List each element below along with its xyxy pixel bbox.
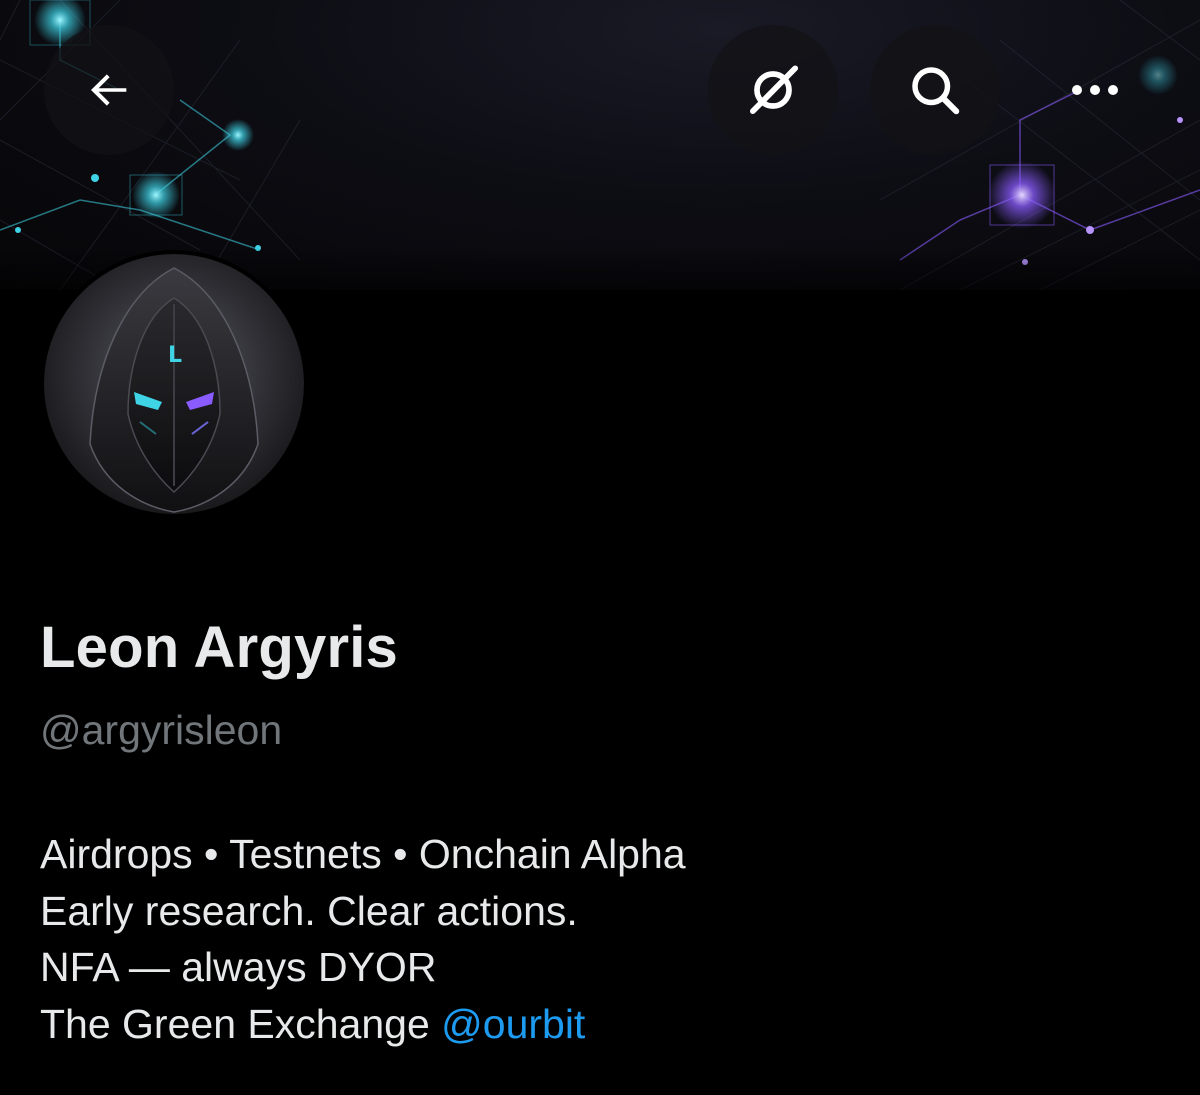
profile-handle: @argyrisleon xyxy=(40,707,283,753)
back-button[interactable] xyxy=(44,25,174,155)
bio-line-with-mention: The Green Exchange @ourbit xyxy=(40,996,686,1053)
bio-line: NFA — always DYOR xyxy=(40,944,437,990)
profile-page: L Leon Argyris @argyrisleon Airdrops • T… xyxy=(0,0,1200,1095)
profile-display-name: Leon Argyris xyxy=(40,615,398,680)
more-horizontal-icon xyxy=(1072,85,1118,95)
profile-bio: Airdrops • Testnets • Onchain Alpha Earl… xyxy=(40,826,686,1052)
bio-line: Early research. Clear actions. xyxy=(40,887,578,934)
search-icon xyxy=(912,67,960,115)
bio-line: Airdrops • Testnets • Onchain Alpha xyxy=(40,831,686,877)
avatar-letter: L xyxy=(168,343,182,368)
mention-link[interactable]: @ourbit xyxy=(441,1001,585,1047)
profile-banner[interactable] xyxy=(0,0,1200,290)
hooded-mask-avatar-image: L xyxy=(44,254,304,514)
grok-icon xyxy=(750,65,799,115)
search-button[interactable] xyxy=(870,25,1000,155)
arrow-left-icon xyxy=(91,74,127,106)
more-options-button[interactable] xyxy=(1030,25,1160,155)
grok-button[interactable] xyxy=(708,25,838,155)
bio-text: The Green Exchange xyxy=(40,1000,442,1047)
avatar[interactable]: L xyxy=(40,250,308,518)
banner-artwork xyxy=(0,0,1200,290)
